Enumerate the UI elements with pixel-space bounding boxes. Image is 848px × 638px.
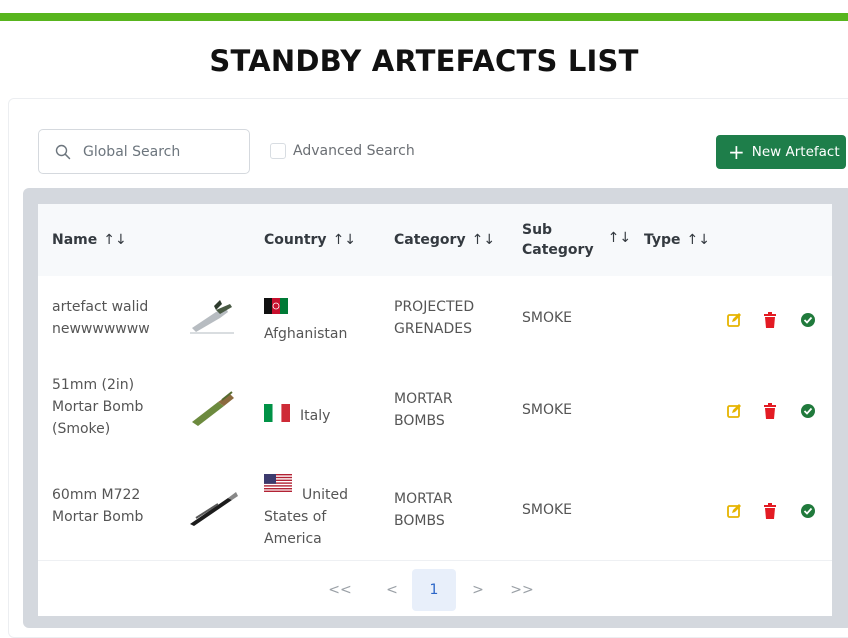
advanced-search-label: Advanced Search [293,143,415,159]
afghanistan-flag [264,298,288,314]
trash-icon[interactable] [762,503,778,519]
category: MORTAR BOMBS [394,491,453,529]
artefact-thumbnail [190,300,234,334]
trash-icon[interactable] [762,403,778,419]
header-name[interactable]: Name ↑↓ [52,232,127,248]
header-country[interactable]: Country ↑↓ [264,232,356,248]
table-row[interactable]: 51mm (2in) Mortar Bomb (Smoke) Italy MORTA… [38,372,832,462]
pagination: << < 1 > >> [38,560,832,616]
sort-icon[interactable]: ↑↓ [333,232,356,248]
check-circle-icon[interactable] [800,403,816,419]
sub-category: SMOKE [522,310,573,326]
table-header: Name ↑↓ Country ↑↓ Category ↑↓ Sub Category… [38,204,832,276]
italy-flag [264,404,290,422]
new-artefact-label: New Artefact [751,144,840,160]
page-1-button[interactable]: 1 [412,569,456,611]
advanced-search-toggle[interactable]: Advanced Search [270,143,415,159]
page-title: STANDBY ARTEFACTS LIST [209,44,639,78]
header-sub-category[interactable]: Sub Category ↑↓ [522,220,631,260]
prev-page-button[interactable]: < [382,569,402,611]
check-circle-icon[interactable] [800,503,816,519]
sort-icon[interactable]: ↑↓ [608,230,631,246]
search-input[interactable] [83,140,243,164]
country-name: United States of America [264,487,348,547]
artefact-thumbnail [190,492,238,526]
sort-icon[interactable]: ↑↓ [472,232,495,248]
next-page-button[interactable]: > [468,569,488,611]
plus-icon: + [728,140,745,164]
sub-category: SMOKE [522,502,573,518]
top-accent-bar [0,13,848,21]
search-icon [55,144,71,160]
new-artefact-button[interactable]: + New Artefact [716,135,846,169]
table-row[interactable]: 60mm M722 Mortar Bomb United States of Am… [38,470,832,570]
sub-category: SMOKE [522,402,573,418]
trash-icon[interactable] [762,312,778,328]
artefact-thumbnail [192,391,234,426]
artefact-name: 60mm M722 Mortar Bomb [52,487,144,525]
advanced-search-checkbox[interactable] [270,143,286,159]
artefact-name: 51mm (2in) Mortar Bomb (Smoke) [52,377,144,437]
header-category[interactable]: Category ↑↓ [394,232,495,248]
global-search[interactable] [38,129,250,174]
last-page-button[interactable]: >> [510,569,534,611]
top-bar [0,0,848,22]
edit-icon[interactable] [726,403,742,419]
edit-icon[interactable] [726,312,742,328]
header-type[interactable]: Type ↑↓ [644,232,710,248]
country-name: Italy [300,408,331,424]
table-row[interactable]: artefact walid newwwwwww Afghanistan PROJ… [38,276,832,360]
sort-icon[interactable]: ↑↓ [103,232,126,248]
sort-icon[interactable]: ↑↓ [687,232,710,248]
category: MORTAR BOMBS [394,391,453,429]
first-page-button[interactable]: << [328,569,351,611]
edit-icon[interactable] [726,503,742,519]
category: PROJECTED GRENADES [394,299,475,337]
artefacts-table: Name ↑↓ Country ↑↓ Category ↑↓ Sub Category… [38,204,832,616]
artefact-name: artefact walid newwwwwww [52,299,150,337]
check-circle-icon[interactable] [800,312,816,328]
country-name: Afghanistan [264,326,348,342]
